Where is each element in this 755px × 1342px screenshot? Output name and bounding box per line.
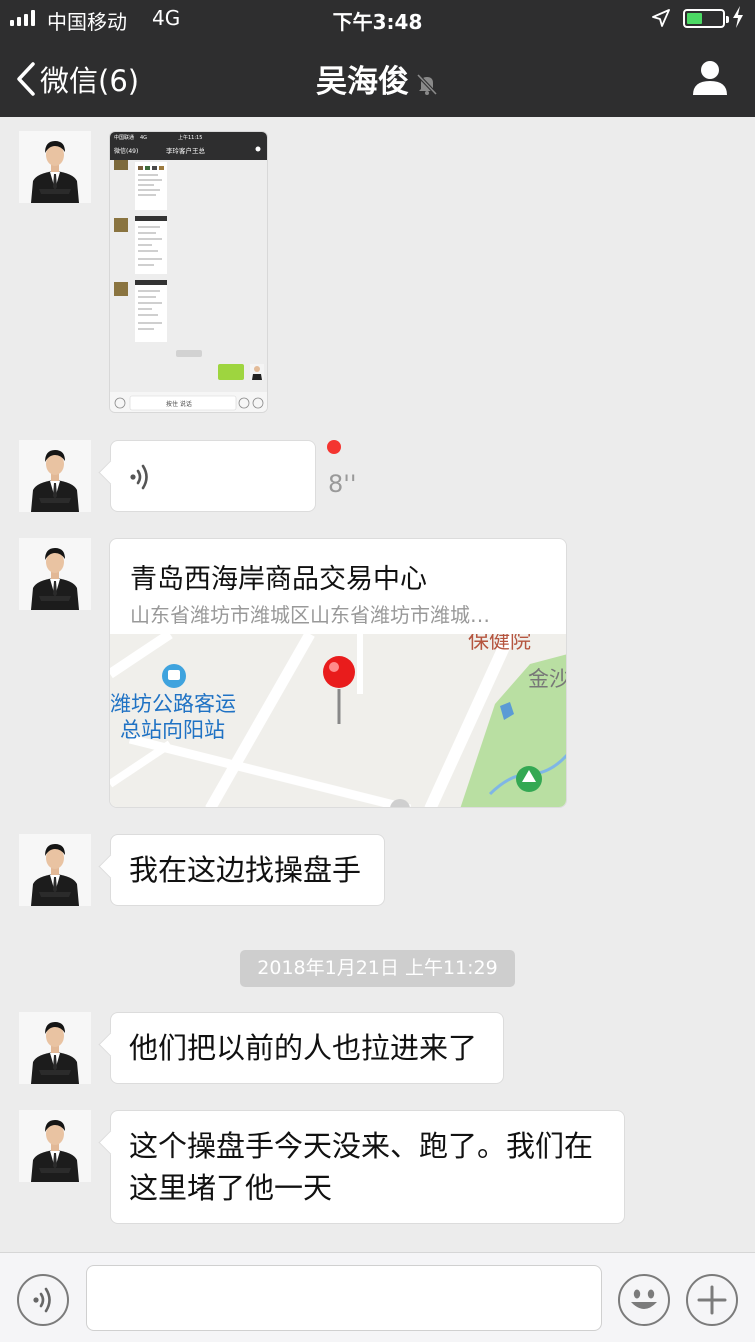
avatar-person-image <box>19 1012 91 1084</box>
thumb-input-label: 按住 说话 <box>166 400 192 408</box>
map-label: 金沙 <box>528 667 567 691</box>
map-label: 潍坊公路客运 <box>110 692 236 716</box>
plus-icon <box>697 1285 727 1315</box>
voice-wave-icon <box>130 464 148 490</box>
avatar-person-image <box>19 440 91 512</box>
text-message-bubble[interactable]: 我在这边找操盘手 <box>110 834 385 906</box>
thumb-back: 微信(49) <box>114 147 138 155</box>
avatar[interactable] <box>19 1110 91 1182</box>
avatar[interactable] <box>19 131 91 203</box>
location-address: 山东省潍坊市潍城区山东省潍坊市潍城… <box>130 603 490 627</box>
top-bar: 中国移动 4G 下午3:48 微信(6) 吴海俊 <box>0 0 755 117</box>
battery-level <box>687 13 703 24</box>
location-map-image: 保健院 金沙 潍坊公路客运 总站向阳站 <box>110 634 567 807</box>
unread-dot <box>327 440 341 454</box>
thumb-carrier: 中国联通 <box>114 134 134 141</box>
emoji-button[interactable] <box>618 1274 670 1326</box>
avatar[interactable] <box>19 440 91 512</box>
status-bar: 中国移动 4G 下午3:48 <box>0 0 755 36</box>
message-text: 这个操盘手今天没来、跑了。我们在这里堵了他一天 <box>129 1129 594 1205</box>
text-message-bubble[interactable]: 这个操盘手今天没来、跑了。我们在这里堵了他一天 <box>110 1110 625 1224</box>
thumb-time: 上午11:15 <box>178 134 202 141</box>
message-text: 他们把以前的人也拉进来了 <box>129 1031 478 1065</box>
voice-duration: 8'' <box>328 470 357 498</box>
message-text: 我在这边找操盘手 <box>129 853 362 887</box>
screenshot-thumbnail-image: 中国联通 4G 上午11:15 微信(49) 李玲客户王总 按住 说话 <box>110 132 267 412</box>
chat-title: 吴海俊 <box>0 56 755 101</box>
voice-mode-button[interactable] <box>17 1274 69 1326</box>
avatar-person-image <box>19 1110 91 1182</box>
avatar[interactable] <box>19 1012 91 1084</box>
text-message-bubble[interactable]: 他们把以前的人也拉进来了 <box>110 1012 504 1084</box>
avatar-person-image <box>19 131 91 203</box>
input-bar <box>0 1252 755 1342</box>
message-input[interactable] <box>86 1265 602 1331</box>
location-arrow-icon <box>652 9 670 27</box>
chat-title-text: 吴海俊 <box>316 64 409 100</box>
more-options-button[interactable] <box>686 1274 738 1326</box>
map-label: 总站向阳站 <box>120 718 225 742</box>
mute-bell-icon <box>416 73 438 95</box>
avatar[interactable] <box>19 538 91 610</box>
avatar-person-image <box>19 538 91 610</box>
image-message[interactable]: 中国联通 4G 上午11:15 微信(49) 李玲客户王总 按住 说话 <box>109 131 268 413</box>
voice-message-bubble[interactable] <box>110 440 316 512</box>
timestamp-divider: 2018年1月21日 上午11:29 <box>240 950 515 987</box>
avatar[interactable] <box>19 834 91 906</box>
status-time: 下午3:48 <box>332 10 423 34</box>
map-label: 保健院 <box>468 634 531 653</box>
chat-info-person-icon[interactable] <box>690 58 730 98</box>
battery-icon <box>683 9 729 28</box>
emoji-icon <box>631 1289 657 1309</box>
location-name: 青岛西海岸商品交易中心 <box>130 564 427 595</box>
avatar-person-image <box>19 834 91 906</box>
thumb-title: 李玲客户王总 <box>166 146 206 155</box>
thumb-network: 4G <box>140 135 147 141</box>
voice-mode-icon <box>33 1287 51 1313</box>
charging-icon <box>733 6 743 28</box>
location-message-card[interactable]: 青岛西海岸商品交易中心 山东省潍坊市潍城区山东省潍坊市潍城… 保健院 金沙 潍坊… <box>109 538 567 808</box>
